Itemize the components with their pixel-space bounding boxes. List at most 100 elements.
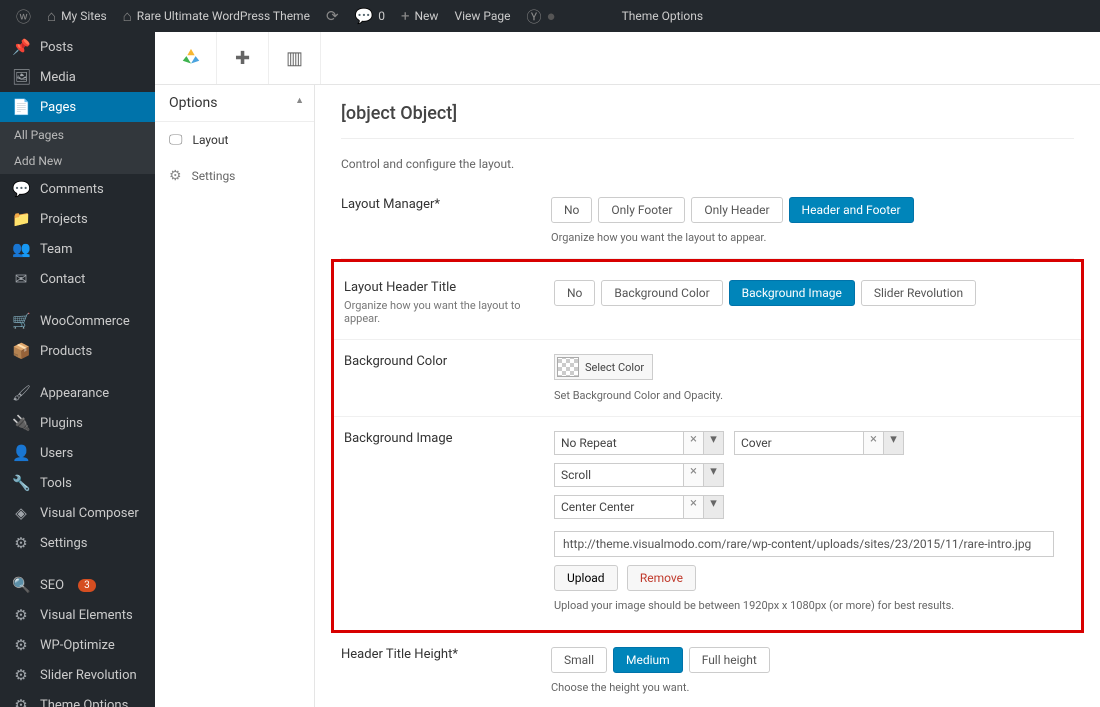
clear-icon[interactable]: ×: [684, 463, 704, 487]
chevron-down-icon[interactable]: ▾: [704, 495, 724, 519]
menu-icon: ⚙: [12, 696, 30, 707]
wp-logo[interactable]: ⓦ: [8, 0, 39, 32]
option-background-image[interactable]: Background Image: [729, 280, 855, 306]
option-header-and-footer[interactable]: Header and Footer: [789, 197, 914, 223]
monitor-icon: 🖵: [169, 132, 183, 148]
option-small[interactable]: Small: [551, 647, 607, 673]
submenu-all_pages[interactable]: All Pages: [0, 122, 155, 148]
menu-icon: ◈: [12, 504, 30, 522]
tab-layout[interactable]: 🖵Layout: [155, 122, 314, 158]
menu-icon: ⚙: [12, 534, 30, 552]
sidebar-item-seo[interactable]: 🔍 SEO 3: [0, 570, 155, 600]
submenu-add_new[interactable]: Add New: [0, 148, 155, 174]
sidebar-item-theme-options[interactable]: ⚙ Theme Options: [0, 690, 155, 707]
menu-icon: 📄: [12, 98, 30, 116]
sidebar-item-comments[interactable]: 💬 Comments: [0, 174, 155, 204]
menu-icon: 👥: [12, 240, 30, 258]
menu-label: Users: [40, 446, 73, 461]
menu-label: Posts: [40, 40, 73, 55]
sidebar-item-team[interactable]: 👥 Team: [0, 234, 155, 264]
menu-label: Contact: [40, 272, 85, 287]
sidebar-item-media[interactable]: 🖼 Media: [0, 62, 155, 92]
site-name[interactable]: ⌂Rare Ultimate WordPress Theme: [115, 0, 318, 32]
bg-select-2[interactable]: Scroll: [554, 463, 684, 487]
bg-color-label: Background Color: [344, 354, 554, 402]
option-slider-revolution[interactable]: Slider Revolution: [861, 280, 976, 306]
add-element-icon[interactable]: ✚: [217, 32, 269, 84]
my-sites[interactable]: ⌂My Sites: [39, 0, 115, 32]
option-no[interactable]: No: [554, 280, 595, 306]
select-color-button[interactable]: Select Color: [554, 354, 653, 380]
menu-label: Media: [40, 70, 76, 85]
panel-title: [object Object]: [341, 103, 1074, 124]
menu-label: Comments: [40, 182, 104, 197]
yoast-icon[interactable]: Ⓨ●: [519, 0, 564, 32]
menu-icon: 🔍: [12, 576, 30, 594]
sidebar-item-pages[interactable]: 📄 Pages: [0, 92, 155, 122]
bg-select-3[interactable]: Center Center: [554, 495, 684, 519]
sidebar-item-visual-composer[interactable]: ◈Visual Composer: [0, 498, 155, 528]
option-only-header[interactable]: Only Header: [691, 197, 782, 223]
option-only-footer[interactable]: Only Footer: [598, 197, 685, 223]
sidebar-item-slider-revolution[interactable]: ⚙Slider Revolution: [0, 660, 155, 690]
menu-label: Visual Elements: [40, 608, 133, 623]
menu-label: SEO: [40, 578, 64, 593]
menu-label: Theme Options: [40, 698, 128, 707]
menu-label: Appearance: [40, 386, 109, 401]
option-no[interactable]: No: [551, 197, 592, 223]
menu-label: Slider Revolution: [40, 668, 137, 683]
menu-label: Team: [40, 242, 73, 257]
chevron-down-icon[interactable]: ▾: [884, 431, 904, 455]
sidebar-item-products[interactable]: 📦Products: [0, 336, 155, 366]
panel-subtitle: Control and configure the layout.: [341, 157, 1074, 171]
bg-image-url[interactable]: [554, 531, 1054, 557]
sidebar-item-woocommerce[interactable]: 🛒WooCommerce: [0, 306, 155, 336]
color-swatch: [557, 357, 579, 377]
upload-button[interactable]: Upload: [554, 565, 618, 591]
menu-icon: 👤: [12, 444, 30, 462]
badge: 3: [78, 579, 96, 592]
sidebar-item-tools[interactable]: 🔧Tools: [0, 468, 155, 498]
menu-icon: 📁: [12, 210, 30, 228]
sidebar-item-posts[interactable]: 📌Posts: [0, 32, 155, 62]
menu-icon: 🖌: [12, 384, 30, 402]
view-page[interactable]: View Page: [446, 0, 518, 32]
comments-link[interactable]: 💬0: [347, 0, 393, 32]
vc-logo-icon[interactable]: [165, 32, 217, 84]
remove-button[interactable]: Remove: [627, 565, 696, 591]
menu-icon: 💬: [12, 180, 30, 198]
bg-select-0[interactable]: No Repeat: [554, 431, 684, 455]
clear-icon[interactable]: ×: [684, 431, 704, 455]
sidebar-item-settings[interactable]: ⚙Settings: [0, 528, 155, 558]
sidebar-item-visual-elements[interactable]: ⚙Visual Elements: [0, 600, 155, 630]
menu-label: Products: [40, 344, 92, 359]
option-background-color[interactable]: Background Color: [601, 280, 722, 306]
new-link[interactable]: +New: [393, 0, 446, 32]
bg-select-1[interactable]: Cover: [734, 431, 864, 455]
menu-icon: 🔧: [12, 474, 30, 492]
template-icon[interactable]: ▥: [269, 32, 321, 84]
menu-icon: 🔌: [12, 414, 30, 432]
options-header[interactable]: Options: [155, 85, 314, 122]
menu-icon: ⚙: [12, 636, 30, 654]
refresh-icon[interactable]: ⟳: [318, 0, 347, 32]
chevron-down-icon[interactable]: ▾: [704, 431, 724, 455]
sidebar-item-plugins[interactable]: 🔌Plugins: [0, 408, 155, 438]
option-medium[interactable]: Medium: [613, 647, 683, 673]
sidebar-item-contact[interactable]: ✉ Contact: [0, 264, 155, 294]
sidebar-item-wp-optimize[interactable]: ⚙ WP-Optimize: [0, 630, 155, 660]
menu-icon: ✉: [12, 270, 30, 288]
clear-icon[interactable]: ×: [684, 495, 704, 519]
sidebar-item-projects[interactable]: 📁Projects: [0, 204, 155, 234]
option-full-height[interactable]: Full height: [689, 647, 770, 673]
sidebar-item-users[interactable]: 👤 Users: [0, 438, 155, 468]
clear-icon[interactable]: ×: [864, 431, 884, 455]
sidebar-item-appearance[interactable]: 🖌 Appearance: [0, 378, 155, 408]
chevron-down-icon[interactable]: ▾: [704, 463, 724, 487]
tab-settings[interactable]: ⚙Settings: [155, 158, 314, 194]
menu-label: Pages: [40, 100, 76, 115]
theme-options-top[interactable]: Theme Options: [614, 0, 712, 32]
header-title-label: Layout Header Title: [344, 280, 554, 295]
menu-label: WP-Optimize: [40, 638, 115, 653]
menu-icon: 🖼: [12, 68, 30, 86]
